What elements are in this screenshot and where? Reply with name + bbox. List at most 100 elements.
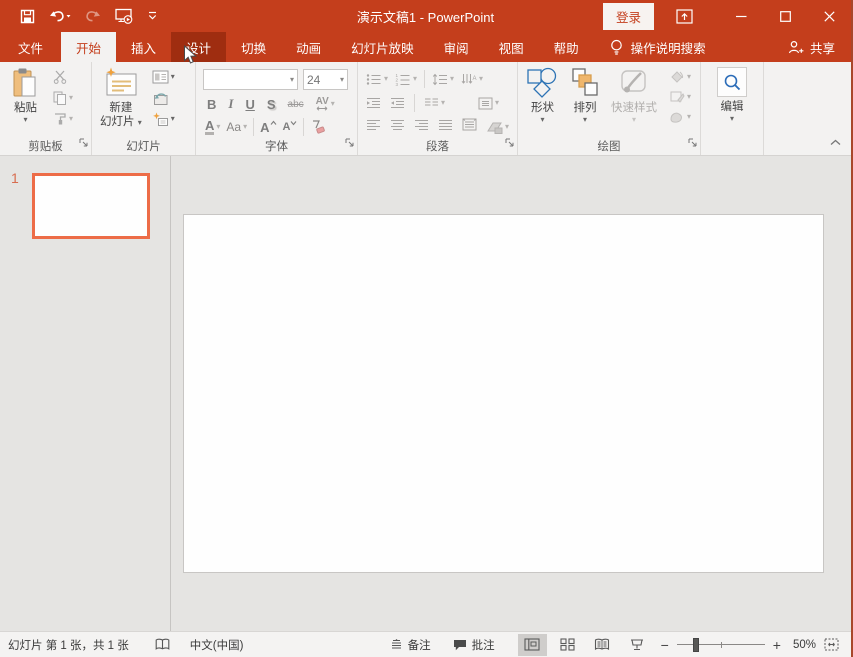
workspace: 1 [0, 156, 851, 631]
comments-button[interactable]: 批注 [453, 637, 495, 653]
clear-formatting-button[interactable] [310, 120, 326, 134]
drawing-group: 形状 ▾ 排列 ▾ 快速样式 ▾ ▾ ▾ ▾ 绘图 [518, 62, 701, 155]
tab-file[interactable]: 文件 [0, 32, 61, 62]
cut-button[interactable] [53, 70, 73, 84]
underline-button[interactable]: U [245, 97, 254, 112]
shapes-button[interactable]: 形状 ▾ [526, 67, 559, 124]
numbering-button[interactable]: 1 2 3 ▾ [395, 73, 418, 86]
quick-styles-button[interactable]: 快速样式 ▾ [611, 67, 657, 124]
spell-check-button[interactable] [155, 638, 170, 651]
align-center-button[interactable] [390, 118, 405, 136]
italic-button[interactable]: I [228, 96, 233, 112]
collapse-ribbon-button[interactable] [830, 133, 841, 151]
maximize-button[interactable] [763, 0, 807, 32]
shapes-label: 形状 [531, 102, 554, 114]
shape-fill-button[interactable]: ▾ [669, 70, 691, 83]
zoom-slider[interactable] [676, 637, 765, 652]
clipboard-group: 粘贴 ▾ ▾ ▾ 剪贴板 [0, 62, 92, 155]
copy-icon [53, 91, 66, 105]
align-right-button[interactable] [414, 118, 429, 136]
decrease-font-size-button[interactable]: A [283, 121, 298, 133]
tab-view[interactable]: 视图 [484, 32, 539, 62]
decrease-indent-button[interactable] [366, 97, 381, 109]
increase-indent-button[interactable] [390, 97, 405, 109]
new-slide-button[interactable]: 新建 幻灯片 ▾ [100, 67, 142, 129]
zoom-slider-thumb[interactable] [692, 637, 699, 652]
tell-me-search[interactable]: 操作说明搜索 [610, 32, 706, 62]
notes-button[interactable]: 备注 [390, 637, 431, 653]
slide-sorter-view-button[interactable] [553, 634, 582, 656]
tab-insert[interactable]: 插入 [116, 32, 171, 62]
zoom-in-button[interactable]: + [767, 637, 787, 653]
columns-button[interactable]: ▾ [424, 97, 445, 109]
line-spacing-button[interactable]: ▾ [432, 73, 454, 86]
ribbon: 粘贴 ▾ ▾ ▾ 剪贴板 新建 幻灯片 ▾ ▾ ▾ 幻灯片 ▾ 24 ▾ B I… [0, 62, 851, 156]
language-indicator[interactable]: 中文(中国) [190, 637, 244, 653]
add-remove-columns-button[interactable] [462, 118, 477, 136]
slide-number: 1 [11, 170, 19, 186]
paragraph-dialog-launcher[interactable] [505, 134, 514, 152]
arrange-button[interactable]: 排列 ▾ [571, 67, 599, 124]
quick-styles-label: 快速样式 [611, 102, 657, 114]
bold-button[interactable]: B [207, 97, 216, 112]
dropdown-icon: ▾ [137, 118, 142, 127]
drawing-dialog-launcher[interactable] [688, 134, 697, 152]
tab-animations[interactable]: 动画 [281, 32, 336, 62]
tab-home[interactable]: 开始 [61, 32, 117, 62]
shape-outline-button[interactable]: ▾ [669, 90, 691, 103]
clipboard-dialog-launcher[interactable] [79, 134, 88, 152]
copy-button[interactable]: ▾ [53, 91, 73, 105]
font-name-combo[interactable]: ▾ [203, 69, 298, 90]
fit-to-window-button[interactable] [824, 638, 843, 651]
dropdown-icon: ▾ [243, 122, 248, 131]
normal-view-button[interactable] [517, 633, 547, 656]
justify-button[interactable] [438, 118, 453, 136]
zoom-out-button[interactable]: − [655, 637, 675, 653]
slideshow-view-button[interactable] [623, 634, 652, 656]
align-left-button[interactable] [366, 118, 381, 136]
zoom-level[interactable]: 50% [787, 639, 824, 651]
strikethrough-button[interactable]: abc [288, 99, 304, 110]
bullets-button[interactable]: ▾ [366, 73, 388, 86]
format-painter-button[interactable]: ▾ [53, 112, 73, 125]
slide[interactable] [183, 214, 824, 573]
increase-font-size-button[interactable]: A [260, 120, 276, 135]
close-button[interactable] [807, 0, 851, 32]
tab-transitions[interactable]: 切换 [226, 32, 281, 62]
slide-layout-button[interactable]: ▾ [152, 70, 175, 84]
add-section-button[interactable]: ▾ [152, 112, 175, 126]
tab-help[interactable]: 帮助 [539, 32, 594, 62]
character-spacing-button[interactable]: AV ▾ [316, 97, 335, 111]
text-shadow-button[interactable]: S [267, 97, 276, 112]
convert-to-smartart-button[interactable]: ▾ [486, 121, 509, 134]
font-dialog-launcher[interactable] [345, 134, 354, 152]
tab-review[interactable]: 审阅 [429, 32, 484, 62]
divider [303, 118, 305, 136]
start-slideshow-button[interactable] [115, 8, 134, 24]
customize-qat-button[interactable] [148, 11, 157, 21]
undo-button[interactable] [49, 9, 71, 23]
reset-slide-button[interactable] [152, 91, 175, 105]
find-icon-box [717, 67, 747, 97]
shape-effects-button[interactable]: ▾ [669, 110, 691, 123]
align-text-button[interactable]: ▾ [478, 97, 499, 110]
sign-in-button[interactable]: 登录 [602, 2, 654, 30]
redo-button[interactable] [85, 9, 101, 23]
proofing-book-icon [155, 638, 170, 650]
share-button[interactable]: 共享 [788, 32, 851, 62]
font-color-button[interactable]: A ▾ [205, 119, 220, 135]
search-icon [724, 74, 740, 90]
editing-button[interactable]: 编辑 ▾ [701, 67, 763, 123]
reading-view-button[interactable] [588, 634, 617, 656]
decrease-indent-icon [367, 98, 380, 108]
slide-thumbnail[interactable] [32, 173, 150, 239]
change-case-button[interactable]: Aa ▾ [226, 120, 247, 134]
tab-slideshow[interactable]: 幻灯片放映 [336, 32, 429, 62]
save-button[interactable] [20, 9, 35, 24]
paste-button[interactable]: 粘贴 ▾ [12, 67, 39, 125]
minimize-button[interactable] [719, 0, 763, 32]
tab-design[interactable]: 设计 [171, 32, 227, 62]
ribbon-display-options-button[interactable] [676, 8, 693, 24]
text-direction-button[interactable]: A ▾ [461, 73, 483, 86]
font-size-combo[interactable]: 24 ▾ [303, 69, 348, 90]
